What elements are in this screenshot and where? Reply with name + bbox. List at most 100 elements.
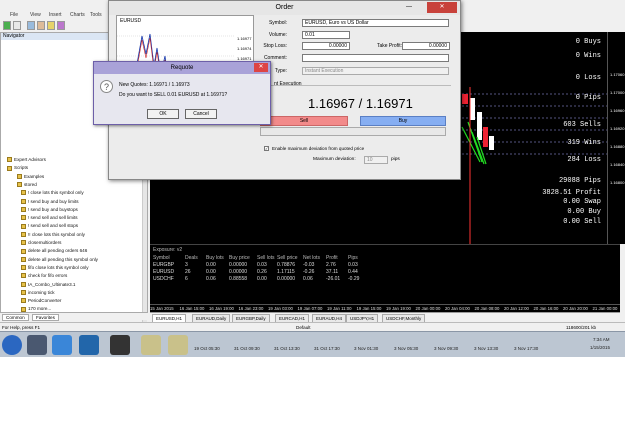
terminal-app-icon[interactable] bbox=[110, 335, 130, 355]
table-cell: 2.76 bbox=[326, 262, 336, 268]
comment-input[interactable] bbox=[302, 54, 449, 62]
table-cell: 0.00000 bbox=[229, 269, 248, 275]
buy-button[interactable]: Buy bbox=[360, 116, 446, 126]
navigator-item-label: IA_Combo_Ultimate3.1 bbox=[28, 281, 76, 287]
price-tick: 1.16880 bbox=[610, 144, 625, 149]
menu-file[interactable]: File bbox=[10, 12, 18, 18]
deviation-checkbox[interactable]: ✓ bbox=[264, 146, 269, 151]
mt4-second-icon[interactable] bbox=[168, 335, 188, 355]
column-header: Sell lots bbox=[257, 255, 275, 261]
sell-limit-area bbox=[260, 127, 446, 136]
terminal-panel: Exposure: v2 Symbol Deals Buy lots Buy pric… bbox=[150, 244, 620, 304]
navigator-item[interactable]: IA_Combo_Ultimate3.1 bbox=[21, 281, 76, 289]
table-cell: -0.29 bbox=[348, 276, 360, 282]
price-tick: 1.16960 bbox=[610, 108, 625, 113]
market-watch-icon[interactable] bbox=[27, 21, 35, 30]
candle bbox=[489, 136, 494, 150]
start-icon[interactable] bbox=[2, 335, 22, 355]
navigator-item[interactable]: PeriodConverter bbox=[21, 297, 61, 305]
navigator-item[interactable]: Expert Advisors bbox=[7, 156, 46, 164]
navigator-item[interactable]: Scripts bbox=[7, 164, 28, 172]
quote-separator: / bbox=[355, 96, 366, 111]
desktop-screenshot: File View Insert Charts Tools Navigator … bbox=[0, 0, 625, 357]
navigator-item[interactable]: delete all pending orders 646 bbox=[21, 247, 87, 255]
terminal-icon[interactable] bbox=[57, 21, 65, 30]
clock-date: 1/15/2015 bbox=[590, 345, 611, 350]
table-cell: 6 bbox=[185, 276, 188, 282]
table-cell: 0.26 bbox=[257, 269, 267, 275]
navigator-item[interactable]: ! send buy and buy limits bbox=[21, 198, 79, 206]
data-window-icon[interactable] bbox=[37, 21, 45, 30]
navigator-item[interactable]: closemultiorders bbox=[21, 239, 61, 247]
column-header: Pips bbox=[348, 255, 358, 261]
explorer-icon[interactable] bbox=[27, 335, 47, 355]
navigator-item[interactable]: ! send sell and sell stops bbox=[21, 222, 78, 230]
table-cell: 0.03 bbox=[257, 262, 267, 268]
navigator-item[interactable]: ! close lots this symbol only bbox=[21, 189, 84, 197]
navigator-item[interactable]: incoming tick bbox=[21, 289, 55, 297]
table-cell: 0.00 bbox=[206, 269, 216, 275]
table-cell: 0.44 bbox=[348, 269, 358, 275]
time-label: 19 Jan 03:00 bbox=[268, 306, 293, 311]
time-label: 19 Jan 15:00 bbox=[356, 306, 382, 311]
app-z-icon[interactable] bbox=[79, 335, 99, 355]
profiles-icon[interactable] bbox=[13, 21, 21, 30]
symbol-select[interactable]: EURUSD, Euro vs US Dollar bbox=[302, 19, 449, 27]
navigator-item-label: closemultiorders bbox=[28, 240, 62, 245]
sell-button[interactable]: Sell bbox=[260, 116, 348, 126]
script-icon bbox=[21, 198, 26, 204]
takeprofit-input[interactable]: 0.00000 bbox=[402, 42, 450, 50]
table-cell: 0.06 bbox=[303, 276, 313, 282]
volume-input[interactable]: 0.01 bbox=[302, 31, 350, 39]
navigator-item[interactable]: ! send sell and sell limits bbox=[21, 214, 78, 222]
table-cell: -26.01 bbox=[326, 276, 341, 282]
navigator-item[interactable]: !! close lots this symbol only bbox=[21, 231, 85, 239]
navigator-item-label: ! send buy and buystops bbox=[28, 206, 78, 212]
stat-value: 0 Wins bbox=[575, 52, 601, 60]
navigator-item[interactable]: delete all pending this symbol only bbox=[21, 256, 98, 264]
script-icon bbox=[21, 240, 26, 246]
navigator-item[interactable]: check for fifo errors bbox=[21, 272, 67, 280]
minimize-button[interactable]: — bbox=[399, 2, 419, 13]
time-label: 15 Jan 2015 bbox=[150, 306, 174, 311]
navigator-item-label: ! close lots this symbol only bbox=[28, 190, 84, 196]
navigator-icon[interactable] bbox=[47, 21, 55, 30]
execution-section-label: nt Execution bbox=[274, 81, 302, 87]
stoploss-input[interactable]: 0.00000 bbox=[302, 42, 350, 50]
type-select[interactable]: Instant Execution bbox=[302, 67, 449, 75]
navigator-item[interactable]: fifo close lots this symbol only bbox=[21, 264, 89, 272]
internet-explorer-icon[interactable] bbox=[52, 335, 72, 355]
navigator-item-label: delete all pending this symbol only bbox=[28, 256, 98, 262]
script-icon bbox=[21, 265, 26, 271]
requote-close-button[interactable]: ✕ bbox=[254, 63, 268, 72]
cancel-button[interactable]: Cancel bbox=[185, 109, 217, 119]
navigator-item[interactable]: Examples bbox=[17, 173, 44, 181]
stat-value: 29088 Pips bbox=[558, 177, 601, 185]
menu-charts[interactable]: Charts bbox=[70, 12, 85, 18]
navigator-item[interactable]: ! send buy and buystops bbox=[21, 206, 78, 214]
table-cell: USDCHF bbox=[153, 276, 174, 282]
navigator-item[interactable]: stored bbox=[17, 181, 37, 189]
column-header: Buy price bbox=[229, 255, 250, 261]
menu-insert[interactable]: Insert bbox=[49, 12, 62, 18]
time-label: 19 Jan 19:00 bbox=[386, 306, 411, 311]
menu-tools[interactable]: Tools bbox=[90, 12, 102, 18]
menu-view[interactable]: View bbox=[30, 12, 41, 18]
candle bbox=[477, 112, 482, 140]
mt4-icon[interactable] bbox=[141, 335, 161, 355]
stat-value: 0 Pips bbox=[575, 94, 601, 102]
tab-common[interactable]: Common bbox=[2, 314, 29, 321]
script-icon bbox=[7, 165, 12, 171]
requote-title: Requote bbox=[94, 62, 270, 74]
new-order-icon[interactable] bbox=[3, 21, 11, 30]
table-cell: -0.26 bbox=[303, 269, 315, 275]
tab-favorites[interactable]: Favorites bbox=[32, 314, 59, 321]
price-tick: 1.17000 bbox=[610, 90, 625, 95]
table-cell: 0.88558 bbox=[229, 276, 248, 282]
deviation-input[interactable]: 10 bbox=[364, 156, 388, 164]
close-button[interactable]: ✕ bbox=[427, 2, 457, 13]
column-header: Deals bbox=[185, 255, 198, 261]
script-icon bbox=[21, 248, 26, 254]
ok-button[interactable]: OK bbox=[147, 109, 179, 119]
mini-price-tick: 1.16974 bbox=[237, 46, 252, 51]
